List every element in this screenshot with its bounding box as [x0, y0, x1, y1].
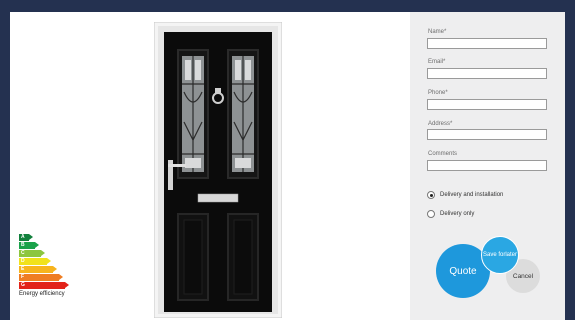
- quote-form: Name* Email* Phone* Address* Comments De…: [410, 12, 565, 320]
- energy-grade-b: B: [19, 242, 39, 249]
- phone-field[interactable]: [427, 99, 547, 110]
- energy-grade-c: C: [19, 250, 45, 257]
- delivery-and-installation-radio[interactable]: [427, 191, 435, 199]
- delivery-and-installation-label: Delivery and installation: [440, 192, 504, 198]
- energy-grade-d: D: [19, 258, 51, 265]
- door-image: [153, 21, 283, 319]
- energy-grade-e: E: [19, 266, 57, 273]
- door-configurator-panel: A B C D E F G Energy efficiency Name* Em…: [10, 12, 565, 320]
- delivery-only-label: Delivery only: [440, 211, 475, 217]
- address-label: Address*: [428, 121, 453, 127]
- phone-label: Phone*: [428, 90, 448, 96]
- energy-efficiency-caption: Energy efficiency: [19, 291, 65, 297]
- email-label: Email*: [428, 59, 446, 65]
- comments-label: Comments: [428, 151, 458, 157]
- energy-grade-g: G: [19, 282, 69, 289]
- comments-field[interactable]: [427, 160, 547, 171]
- name-field[interactable]: [427, 38, 547, 49]
- delivery-and-installation-option[interactable]: Delivery and installation: [427, 191, 503, 199]
- energy-efficiency-rating: A B C D E F G Energy efficiency: [19, 234, 69, 297]
- address-field[interactable]: [427, 129, 547, 140]
- door-illustration: [153, 21, 283, 319]
- energy-grade-a: A: [19, 234, 33, 241]
- delivery-only-option[interactable]: Delivery only: [427, 210, 474, 218]
- save-for-later-button[interactable]: Save for later: [481, 236, 519, 274]
- energy-grade-f: F: [19, 274, 63, 281]
- email-field[interactable]: [427, 68, 547, 79]
- delivery-only-radio[interactable]: [427, 210, 435, 218]
- name-label: Name*: [428, 29, 447, 35]
